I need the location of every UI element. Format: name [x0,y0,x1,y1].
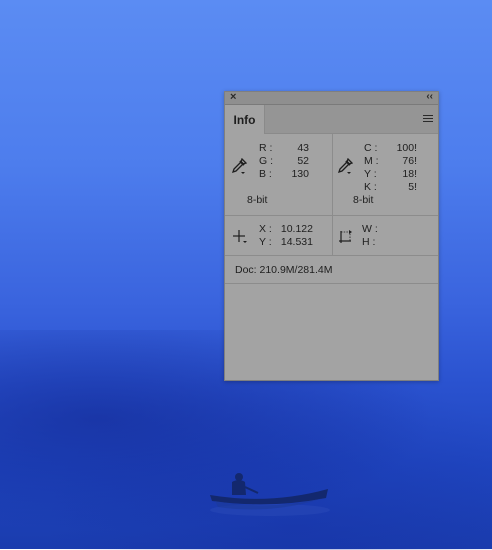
k-label: K : [364,181,377,193]
m-value: 76! [402,155,417,167]
close-icon[interactable]: × [230,90,236,104]
tab-info[interactable]: Info [225,105,265,134]
h-label: H : [362,236,376,248]
k-value: 5! [408,181,417,193]
c-value: 100! [396,142,417,154]
selection-size-icon [339,230,352,243]
info-panel: × ‹‹ Info R : 43 G : 52 B : 130 8-bit C … [224,91,439,381]
eyedropper-icon[interactable] [231,158,247,174]
x-value: 10.122 [280,223,313,235]
m-label: M : [364,155,379,167]
hamburger-menu-icon[interactable] [423,115,433,123]
panel-titlebar[interactable]: × ‹‹ [225,90,438,105]
crosshair-icon [233,230,247,243]
r-value: 43 [297,142,309,154]
w-label: W : [362,223,378,235]
doc-size-text: Doc: 210.9M/281.4M [235,264,333,276]
divider [332,216,333,255]
color-readout-section: R : 43 G : 52 B : 130 8-bit C : 100! M :… [225,134,438,216]
collapse-icon[interactable]: ‹‹ [426,90,433,104]
canoe-silhouette-image [210,473,330,516]
c-label: C : [364,142,378,154]
y-value-cmyk: 18! [402,168,417,180]
eyedropper-icon[interactable] [337,158,353,174]
doc-size-section: Doc: 210.9M/281.4M [225,256,438,284]
rgb-bit-depth: 8-bit [247,194,268,206]
position-size-section: X : 10.122 Y : 14.531 W : H : [225,216,438,256]
b-value: 130 [291,168,309,180]
divider [332,134,333,215]
g-value: 52 [297,155,309,167]
cmyk-bit-depth: 8-bit [353,194,374,206]
y-label: Y : [364,168,377,180]
panel-tabbar: Info [225,105,438,134]
y-value: 14.531 [280,236,313,248]
